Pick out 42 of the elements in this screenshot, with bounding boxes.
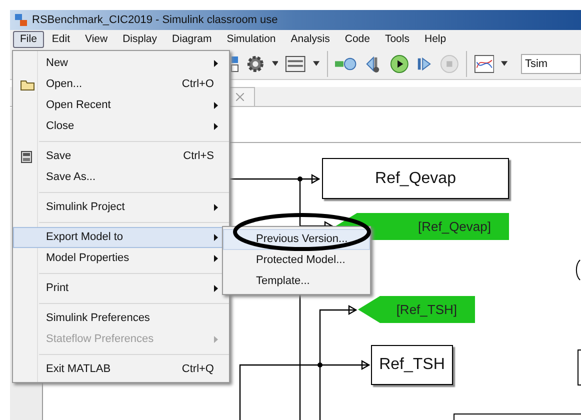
- goto-tag: [Ref_TSH]: [358, 296, 475, 323]
- menu-label: Model Properties: [46, 251, 130, 266]
- menu-item[interactable]: Save As...: [13, 167, 229, 188]
- subsystem-block: Ref_Qevap: [322, 158, 509, 199]
- menu-item[interactable]: Close: [13, 116, 229, 137]
- menu-label: Open Recent: [46, 98, 112, 114]
- menu-label: New: [46, 56, 70, 72]
- menu-label: Open...: [46, 77, 84, 92]
- menu-item[interactable]: New: [13, 53, 229, 74]
- menu-item[interactable]: Save Ctrl+S: [13, 146, 229, 167]
- menu-item[interactable]: Code: [338, 30, 377, 48]
- menu-item[interactable]: Diagram: [165, 30, 219, 48]
- menu-item[interactable]: Edit: [44, 30, 78, 48]
- menu-item[interactable]: Analysis: [284, 30, 337, 48]
- menu-label: Close: [46, 119, 76, 134]
- menu-label: Simulink Preferences: [46, 311, 151, 326]
- menu-item[interactable]: Tools: [378, 30, 416, 48]
- menu-item[interactable]: Protected Model...: [223, 250, 370, 271]
- menu-item[interactable]: Open... Ctrl+O: [13, 74, 229, 95]
- menu-label: Stateflow Preferences: [46, 332, 155, 348]
- shortcut-label: Ctrl+O: [182, 77, 214, 92]
- menu-label: Export Model to: [46, 230, 124, 246]
- window-title: RSBenchmark_CIC2019 - Simulink classroom use: [32, 12, 278, 28]
- menu-label: Exit MATLAB: [46, 362, 112, 378]
- menu-item[interactable]: Exit MATLAB Ctrl+Q: [13, 359, 229, 380]
- menu-item[interactable]: Help: [417, 30, 454, 48]
- menu-label: Print: [46, 281, 70, 296]
- subsystem-block: Ref_TSH: [371, 345, 453, 385]
- menu-item[interactable]: Open Recent: [13, 95, 229, 116]
- stop-time-field[interactable]: Tsim: [520, 54, 581, 74]
- shortcut-label: Ctrl+S: [183, 149, 214, 164]
- menu-item[interactable]: File: [13, 30, 44, 48]
- shortcut-label: Ctrl+Q: [182, 362, 214, 378]
- menu-item[interactable]: Display: [116, 30, 164, 48]
- menu-item[interactable]: Template...: [223, 271, 370, 292]
- menu-item[interactable]: Simulink Preferences: [13, 308, 229, 329]
- menu-item[interactable]: Simulink Project: [13, 197, 229, 218]
- menu-label: Simulink Project: [46, 200, 126, 216]
- menu-label: Save: [46, 149, 72, 164]
- menu-item[interactable]: Simulation: [220, 30, 283, 48]
- menu-label: Save As...: [46, 170, 97, 186]
- menu-item[interactable]: View: [78, 30, 115, 48]
